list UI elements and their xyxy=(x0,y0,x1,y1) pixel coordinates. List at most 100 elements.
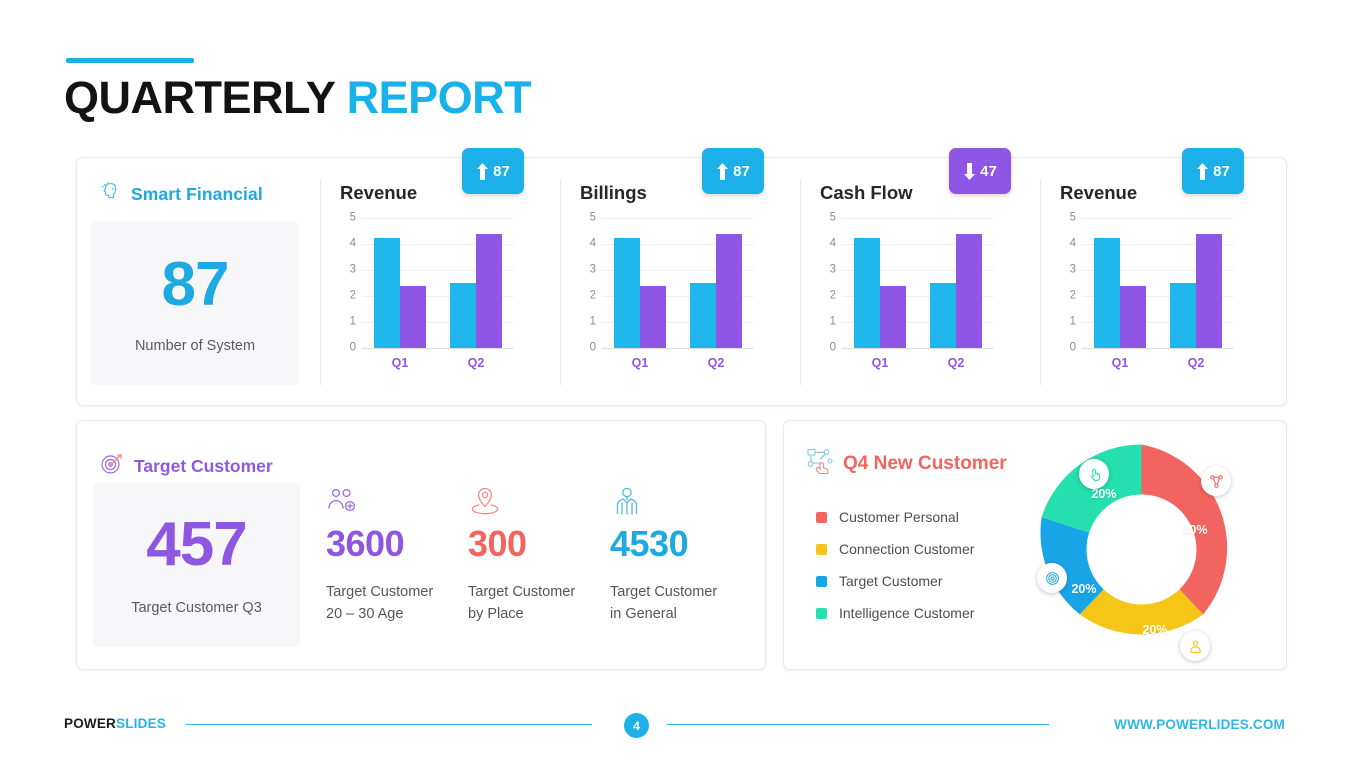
divider xyxy=(800,180,801,385)
title-accent-rule xyxy=(66,58,194,63)
divider xyxy=(320,180,321,385)
bar-group-q1 xyxy=(1094,237,1146,348)
trend-badge-up[interactable]: 87 xyxy=(1182,148,1244,194)
donut-value-customer-personal: 40% xyxy=(1182,523,1208,537)
donut-chart: 40% 20% 20% 20% xyxy=(1029,437,1274,662)
stat-desc-line1: Target Customer xyxy=(326,583,434,600)
network-icon[interactable] xyxy=(1201,466,1231,496)
stat-by-place: 300 Target Customer by Place xyxy=(468,481,618,626)
stat-desc-line2: in General xyxy=(610,606,677,623)
stat-desc-line1: Target Customer xyxy=(610,583,718,600)
bar-chart: 5 4 3 2 1 0 Q1 Q2 xyxy=(340,212,520,370)
y-tick: 2 xyxy=(349,289,356,302)
smart-financial-value-box: 87 Number of System xyxy=(91,222,299,385)
y-tick: 2 xyxy=(829,289,836,302)
stat-desc-line1: Target Customer xyxy=(468,583,576,600)
bar-group-q1 xyxy=(614,237,666,348)
donut-value-connection-customer: 20% xyxy=(1142,623,1168,637)
x-axis: Q1 Q2 xyxy=(842,356,994,370)
legend-swatch xyxy=(816,607,827,619)
chart-title: Revenue xyxy=(1060,182,1138,203)
chart-title: Billings xyxy=(580,182,647,203)
page-title-accent: REPORT xyxy=(346,72,532,123)
x-tick: Q2 xyxy=(467,356,485,370)
stat-description: Target Customer by Place xyxy=(468,581,618,626)
chart-title: Revenue xyxy=(340,182,418,203)
q4-title: Q4 New Customer xyxy=(843,452,1007,474)
legend-item[interactable]: Intelligence Customer xyxy=(816,597,974,629)
bar-series1 xyxy=(374,237,400,348)
trend-badge-value: 47 xyxy=(980,162,997,180)
stat-description: Target Customer 20 – 30 Age xyxy=(326,581,476,626)
legend-item[interactable]: Target Customer xyxy=(816,565,974,597)
brand-power: POWER xyxy=(64,716,117,731)
q4-new-customer-card: Q4 New Customer Customer Personal Connec… xyxy=(783,420,1287,670)
y-axis: 5 4 3 2 1 0 xyxy=(1060,212,1076,353)
target-customer-card: Target Customer 457 Target Customer Q3 3… xyxy=(76,420,766,670)
legend-label: Customer Personal xyxy=(839,509,959,525)
bar-group-q1 xyxy=(854,237,906,348)
y-tick: 5 xyxy=(829,211,836,224)
target-customer-label: Target Customer Q3 xyxy=(131,600,262,616)
bar-chart: 5 4 3 2 1 0 Q1 Q2 xyxy=(1060,212,1240,370)
website-url[interactable]: WWW.POWERLIDES.COM xyxy=(1114,717,1285,732)
y-tick: 2 xyxy=(589,289,596,302)
x-axis: Q1 Q2 xyxy=(602,356,754,370)
y-tick: 5 xyxy=(1069,211,1076,224)
legend-label: Connection Customer xyxy=(839,541,975,557)
y-tick: 3 xyxy=(589,263,596,276)
bar-series2 xyxy=(716,233,742,348)
stat-value: 4530 xyxy=(610,523,689,564)
y-tick: 4 xyxy=(829,237,836,250)
brand-logo: POWERSLIDES xyxy=(64,716,166,731)
legend-label: Intelligence Customer xyxy=(839,605,975,621)
chart-module-cash-flow: Cash Flow 47 5 4 3 2 1 0 Q1 Q2 xyxy=(810,148,1038,405)
y-axis: 5 4 3 2 1 0 xyxy=(580,212,596,353)
x-tick: Q2 xyxy=(1187,356,1205,370)
add-people-icon xyxy=(326,481,476,519)
chart-module-revenue-2: Revenue 87 5 4 3 2 1 0 Q1 Q2 xyxy=(1050,148,1278,405)
divider xyxy=(1040,180,1041,385)
y-tick: 3 xyxy=(1069,263,1076,276)
bar-group-container xyxy=(1082,218,1234,348)
bar-group-q2 xyxy=(690,233,742,348)
trend-badge-value: 87 xyxy=(493,162,510,180)
hand-tap-icon[interactable] xyxy=(1079,459,1109,489)
trend-badge-value: 87 xyxy=(733,162,750,180)
slide: QUARTERLY REPORT Smart Financial 87 Numb… xyxy=(0,0,1365,767)
x-tick: Q1 xyxy=(1111,356,1129,370)
location-pin-icon xyxy=(468,481,618,519)
trend-badge-up[interactable]: 87 xyxy=(462,148,524,194)
donut-value-intelligence-customer: 20% xyxy=(1091,487,1117,501)
bar-group-q2 xyxy=(930,233,982,348)
bar-group-container xyxy=(362,218,514,348)
y-tick: 0 xyxy=(829,341,836,354)
financial-metrics-card: Smart Financial 87 Number of System Reve… xyxy=(76,148,1287,406)
legend-item[interactable]: Connection Customer xyxy=(816,533,974,565)
footer-line-left xyxy=(186,724,592,725)
trend-badge-down[interactable]: 47 xyxy=(949,148,1011,194)
stat-value: 3600 xyxy=(326,523,405,564)
trend-badge-up[interactable]: 87 xyxy=(702,148,764,194)
fingerprint-icon[interactable] xyxy=(1037,563,1067,593)
brain-head-icon xyxy=(99,180,123,209)
legend-swatch xyxy=(816,543,827,555)
bar-group-container xyxy=(842,218,994,348)
page-title-primary: QUARTERLY xyxy=(64,72,335,123)
bar-series1 xyxy=(930,283,956,348)
legend-swatch xyxy=(816,511,827,523)
arrow-up-icon xyxy=(476,162,489,180)
target-customer-highlight-box: 457 Target Customer Q3 xyxy=(93,483,300,647)
x-tick: Q2 xyxy=(947,356,965,370)
bar-series1 xyxy=(1170,283,1196,348)
y-tick: 3 xyxy=(829,263,836,276)
smart-financial-value: 87 xyxy=(161,249,230,319)
stat-value: 300 xyxy=(468,523,527,564)
legend-item[interactable]: Customer Personal xyxy=(816,501,974,533)
user-badge-icon[interactable] xyxy=(1180,631,1210,661)
bar-group-q2 xyxy=(450,233,502,348)
y-tick: 1 xyxy=(349,315,356,328)
y-tick: 5 xyxy=(349,211,356,224)
bar-series1 xyxy=(690,283,716,348)
y-tick: 1 xyxy=(589,315,596,328)
